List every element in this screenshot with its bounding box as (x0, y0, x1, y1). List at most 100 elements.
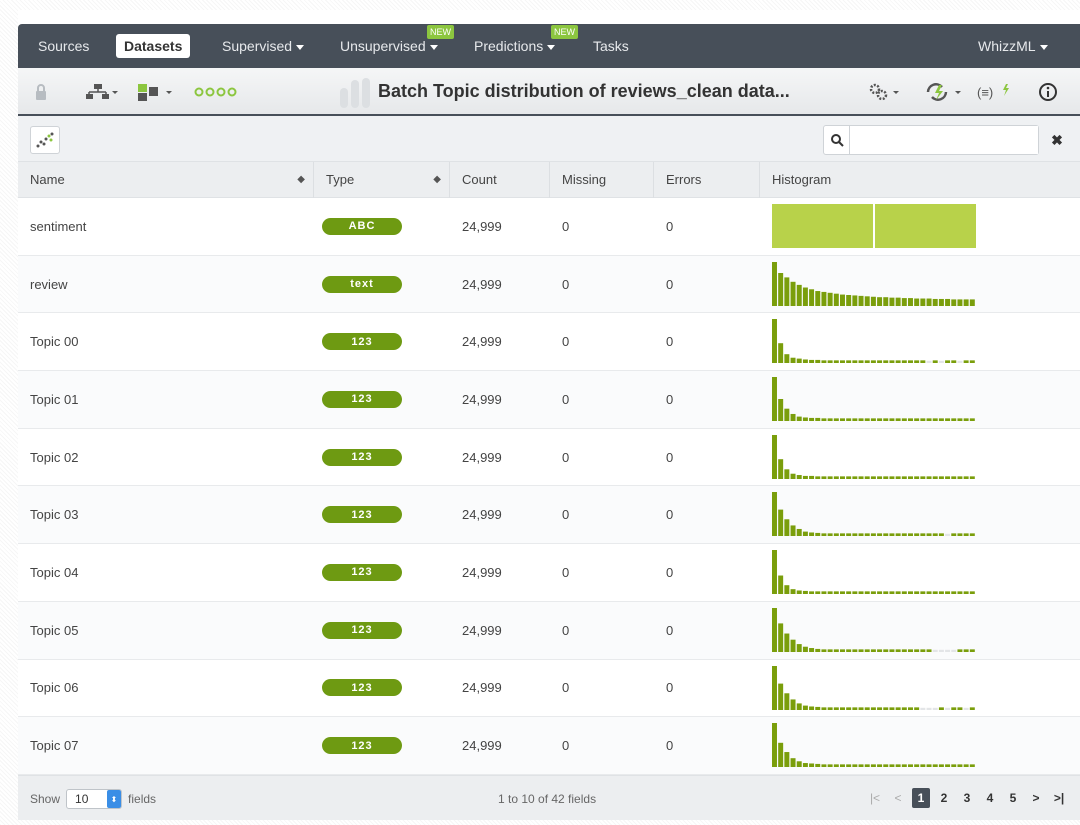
errors-cell: 0 (666, 449, 674, 465)
info-icon[interactable] (1038, 82, 1058, 102)
search-icon[interactable] (824, 126, 850, 154)
search-input[interactable] (850, 126, 1038, 154)
histogram-bar (908, 360, 913, 364)
nav-datasets[interactable]: Datasets (116, 34, 191, 58)
histogram-bar (932, 707, 938, 710)
dots-icon[interactable] (194, 82, 238, 102)
histogram-bar (938, 361, 944, 364)
page-4[interactable]: 4 (981, 788, 999, 808)
next-page-icon[interactable]: > (1027, 788, 1045, 808)
histogram-chart[interactable] (772, 665, 976, 710)
lightning-icon[interactable] (924, 82, 964, 102)
close-icon[interactable]: ✖ (1042, 125, 1072, 155)
histogram-bar (778, 272, 784, 306)
missing-cell: 0 (562, 391, 570, 407)
histogram-bar (772, 377, 777, 422)
histogram-bar (802, 417, 808, 422)
histogram-bar (784, 469, 790, 479)
histogram-chart[interactable] (772, 261, 976, 306)
table-row[interactable]: Topic 02 123 24,999 0 0 (18, 429, 1080, 487)
histogram-bar (784, 752, 790, 768)
histogram-bar (821, 476, 827, 479)
histogram-bar (870, 533, 876, 537)
histogram-bar (858, 649, 864, 652)
histogram-bar (920, 591, 926, 595)
page-size-select[interactable]: 10 ⬍ (66, 789, 123, 809)
histogram-bar (784, 633, 790, 652)
histogram-bar (815, 417, 821, 422)
histogram-chart[interactable] (772, 319, 976, 364)
histogram-bar (858, 764, 864, 768)
page-3[interactable]: 3 (958, 788, 976, 808)
last-page-icon[interactable]: >| (1050, 788, 1068, 808)
field-icon[interactable] (136, 82, 174, 102)
missing-cell: 0 (562, 507, 570, 523)
histogram-chart[interactable] (772, 204, 976, 248)
histogram-bar (895, 533, 901, 537)
nav-predictions[interactable]: Predictions NEW (466, 25, 578, 58)
nav-tasks[interactable]: Tasks (585, 34, 637, 58)
field-type-cell: ABC (322, 198, 442, 255)
gear-icon[interactable] (866, 82, 902, 102)
nav-unsupervised[interactable]: Unsupervised NEW (332, 25, 454, 58)
histogram-bar (858, 591, 864, 595)
table-row[interactable]: Topic 07 123 24,999 0 0 (18, 717, 1080, 775)
scatterplot-button[interactable] (30, 126, 60, 154)
page-1[interactable]: 1 (912, 788, 930, 808)
histogram-bar (840, 706, 845, 710)
histogram-chart[interactable] (772, 723, 976, 768)
histogram-bar (815, 476, 821, 479)
lock-icon[interactable] (34, 82, 48, 102)
histogram-bar (809, 591, 815, 595)
histogram-chart[interactable] (772, 492, 976, 537)
column-header-name[interactable]: Name ◆ (18, 162, 314, 198)
table-row[interactable]: Topic 05 123 24,999 0 0 (18, 601, 1080, 660)
first-page-icon[interactable]: |< (866, 788, 884, 808)
histogram-bar (815, 706, 821, 710)
histogram-bar (908, 533, 913, 537)
histogram-bar (895, 649, 901, 652)
table-header: Name ◆ Type ◆ Count Missing Errors Histogr… (18, 162, 1080, 198)
histogram-bar (821, 291, 827, 306)
type-badge: text (322, 275, 402, 293)
table-row[interactable]: sentiment ABC 24,999 0 0 (18, 198, 1080, 256)
table-row[interactable]: Topic 03 123 24,999 0 0 (18, 486, 1080, 545)
nav-whizzml[interactable]: WhizzML (970, 34, 1056, 58)
histogram-bar (957, 299, 963, 306)
count-cell: 24,999 (462, 276, 502, 292)
formula-icon[interactable]: (≡) (976, 82, 1016, 102)
histogram-bar (938, 476, 944, 479)
table-row[interactable]: Topic 01 123 24,999 0 0 (18, 371, 1080, 429)
previous-page-icon[interactable]: < (889, 788, 907, 808)
histogram-chart[interactable] (772, 377, 976, 422)
table-row[interactable]: Topic 00 123 24,999 0 0 (18, 313, 1080, 372)
nav-supervised[interactable]: Supervised (214, 34, 312, 58)
field-type-cell: 123 (322, 313, 442, 370)
column-header-type[interactable]: Type ◆ (314, 162, 450, 198)
histogram-chart[interactable] (772, 607, 976, 652)
histogram-bar (821, 360, 827, 364)
histogram-bar (908, 418, 913, 422)
tree-icon[interactable] (84, 82, 118, 102)
table-row[interactable]: review text 24,999 0 0 (18, 255, 1080, 314)
histogram-bar (864, 649, 870, 652)
histogram-bar (932, 476, 938, 479)
histogram-bar (951, 591, 957, 595)
page-5[interactable]: 5 (1004, 788, 1022, 808)
missing-cell: 0 (562, 218, 570, 234)
histogram-chart[interactable] (772, 550, 976, 595)
nav-sources[interactable]: Sources (30, 34, 97, 58)
histogram-bar (883, 591, 889, 595)
table-row[interactable]: Topic 04 123 24,999 0 0 (18, 544, 1080, 602)
histogram-bar (901, 476, 907, 479)
histogram-bar (784, 354, 790, 364)
histogram-chart[interactable] (772, 434, 976, 479)
histogram-bar (877, 476, 883, 479)
missing-cell: 0 (562, 564, 570, 580)
histogram-bar (802, 646, 808, 652)
histogram-bar (889, 533, 895, 537)
histogram-bar (963, 360, 969, 364)
page-2[interactable]: 2 (935, 788, 953, 808)
histogram-bar (870, 476, 876, 479)
table-row[interactable]: Topic 06 123 24,999 0 0 (18, 660, 1080, 718)
